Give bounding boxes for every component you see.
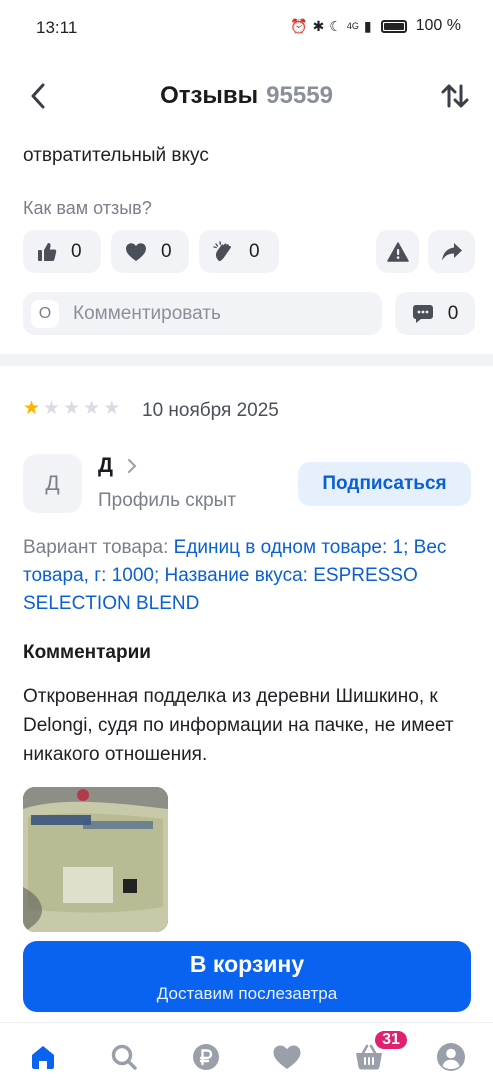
thumbs-up-icon	[37, 242, 57, 262]
page-title-text: Отзывы	[160, 82, 259, 109]
nav-favorites[interactable]	[271, 1041, 303, 1073]
nav-profile[interactable]	[435, 1041, 467, 1073]
chat-bubble-icon	[412, 304, 434, 324]
alarm-icon: ⏰	[290, 17, 308, 34]
comment-placeholder: Комментировать	[73, 302, 221, 324]
profile-icon	[437, 1043, 465, 1071]
comments-button[interactable]: 0	[395, 292, 475, 335]
bottom-nav: 31	[0, 1022, 493, 1090]
status-time: 13:11	[36, 18, 78, 37]
moon-icon: ☾	[329, 17, 342, 34]
bluetooth-icon: ✱	[312, 17, 325, 34]
share-button[interactable]	[428, 230, 475, 273]
comment-count: 0	[447, 302, 459, 324]
star-rating: ★ ★ ★ ★ ★	[23, 399, 120, 418]
search-icon	[111, 1044, 137, 1070]
add-to-cart-button[interactable]: В корзину Доставим послезавтра	[23, 941, 471, 1012]
star-empty-icon: ★	[63, 398, 81, 419]
star-empty-icon: ★	[83, 398, 101, 419]
like-count: 0	[71, 240, 82, 262]
author-name: Д	[98, 454, 113, 477]
heart-icon	[273, 1045, 301, 1069]
reactions-row: 0 0 0	[23, 230, 475, 274]
heart-icon	[125, 242, 147, 262]
star-empty-icon: ★	[43, 398, 61, 419]
cart-badge: 31	[373, 1029, 409, 1051]
clap-icon	[213, 240, 235, 263]
nav-finance[interactable]	[190, 1041, 222, 1073]
status-bar: 13:11 ⏰ ✱ ☾ 4G ▮ 100 %	[0, 0, 493, 56]
heart-reaction-button[interactable]: 0	[111, 230, 189, 273]
report-button[interactable]	[376, 230, 419, 273]
avatar: О	[31, 299, 59, 328]
star-empty-icon: ★	[103, 398, 121, 419]
battery-level: 100 %	[415, 17, 461, 34]
network-label: 4G	[346, 21, 359, 31]
delivery-label: Доставим послезавтра	[156, 984, 338, 1003]
battery-icon	[380, 19, 407, 33]
share-icon	[441, 242, 463, 262]
warning-icon	[386, 241, 409, 262]
author-status: Профиль скрыт	[98, 490, 237, 511]
review-comment-text: Откровенная подделка из деревни Шишкино,…	[23, 686, 454, 765]
home-icon	[32, 1046, 54, 1069]
like-button[interactable]: 0	[23, 230, 101, 273]
ruble-icon	[193, 1044, 219, 1070]
clap-reaction-button[interactable]: 0	[199, 230, 279, 273]
cart-button-label: В корзину	[189, 951, 305, 977]
page-title: Отзывы 95559	[0, 82, 493, 110]
coffee-package-photo	[23, 787, 168, 932]
chevron-right-icon	[127, 459, 137, 473]
heart-count: 0	[161, 240, 172, 262]
signal-icon: ▮	[363, 17, 372, 34]
clap-count: 0	[249, 240, 260, 262]
review-photo[interactable]	[23, 787, 168, 932]
feedback-question: Как вам отзыв?	[23, 198, 152, 218]
comment-row: О Комментировать 0	[23, 292, 475, 336]
nav-search[interactable]	[108, 1041, 140, 1073]
status-icons: ⏰ ✱ ☾ 4G ▮ 100 %	[290, 17, 461, 35]
product-variant: Вариант товара: Единиц в одном товаре: 1…	[23, 534, 473, 618]
subscribe-button[interactable]: Подписаться	[298, 462, 471, 506]
sort-arrows-icon	[441, 84, 469, 108]
section-divider	[0, 354, 493, 366]
nav-home[interactable]	[27, 1041, 59, 1073]
previous-review-text: отвратительный вкус	[23, 145, 209, 166]
star-filled-icon: ★	[23, 398, 41, 419]
variant-label: Вариант товара:	[23, 537, 169, 558]
reviews-count: 95559	[266, 82, 333, 109]
comment-input[interactable]: О Комментировать	[23, 292, 382, 335]
sort-button[interactable]	[437, 78, 473, 114]
review-date: 10 ноября 2025	[142, 400, 279, 421]
comments-heading: Комментарии	[23, 642, 151, 663]
avatar[interactable]: Д	[23, 454, 82, 513]
author-name-link[interactable]: Д	[98, 454, 137, 478]
header: Отзывы 95559	[0, 64, 493, 128]
